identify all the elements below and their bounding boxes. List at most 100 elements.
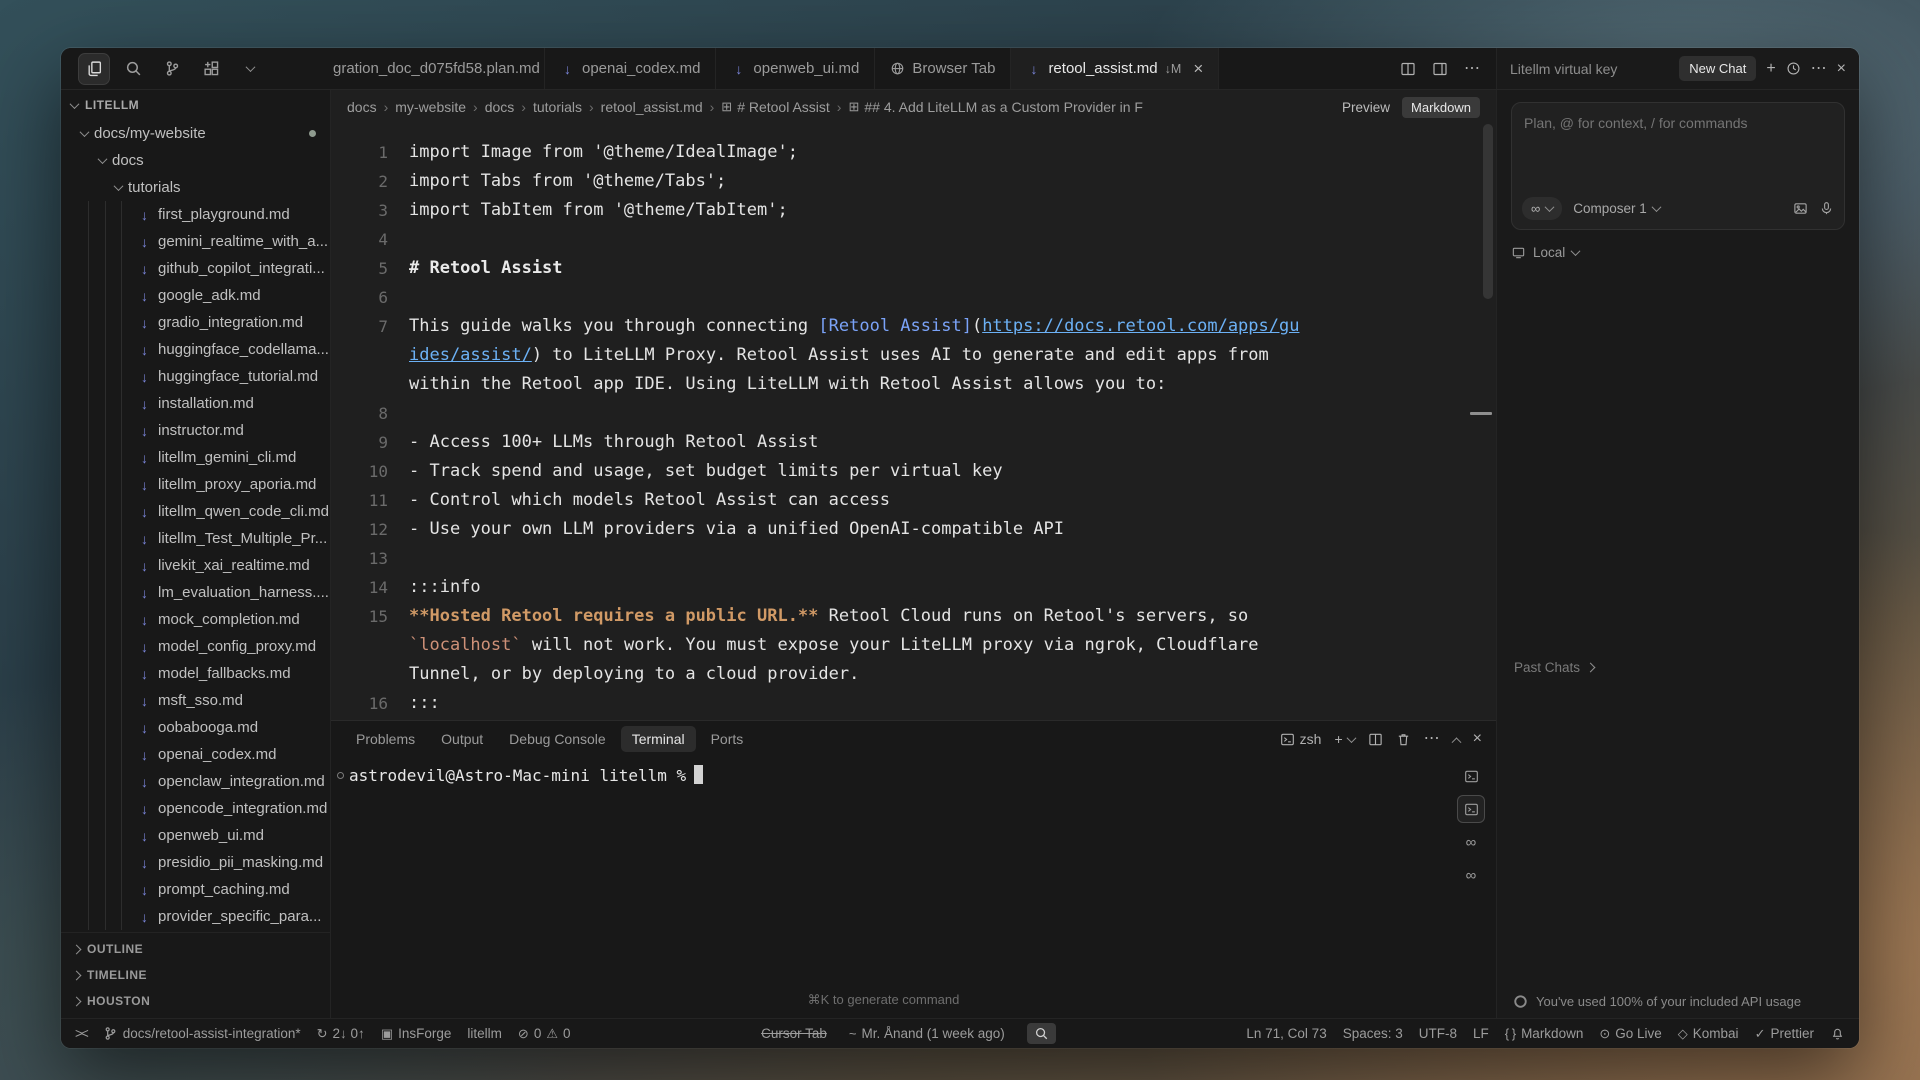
file-item[interactable]: ↓msft_sso.md — [61, 687, 330, 714]
remote-indicator[interactable]: >< — [75, 1026, 87, 1041]
file-item[interactable]: ↓openweb_ui.md — [61, 822, 330, 849]
cursor-tab-toggle[interactable]: Cursor Tab — [761, 1026, 827, 1041]
editor-scrollbar[interactable] — [1483, 124, 1493, 299]
search-chip[interactable] — [1027, 1023, 1056, 1044]
sidebar-section-timeline[interactable]: TIMELINE — [61, 962, 330, 988]
panel-tab-terminal[interactable]: Terminal — [621, 726, 696, 752]
customize-layout-icon[interactable] — [1432, 61, 1448, 77]
new-chat-button[interactable]: New Chat — [1679, 56, 1756, 81]
file-item[interactable]: ↓presidio_pii_masking.md — [61, 849, 330, 876]
file-item[interactable]: ↓lm_evaluation_harness.... — [61, 579, 330, 606]
terminal-session-terminal[interactable] — [1458, 763, 1484, 789]
explorer-copy-icon[interactable] — [79, 54, 109, 84]
file-item[interactable]: ↓opencode_integration.md — [61, 795, 330, 822]
indentation-item[interactable]: Spaces: 3 — [1343, 1026, 1403, 1041]
code-line[interactable]: 6 — [331, 283, 1496, 312]
code-line[interactable]: 15**Hosted Retool requires a public URL.… — [331, 602, 1496, 689]
sidebar-section-outline[interactable]: OUTLINE — [61, 936, 330, 962]
shell-selector[interactable]: zsh — [1280, 731, 1322, 747]
code-line[interactable]: 16::: — [331, 689, 1496, 718]
encoding-item[interactable]: UTF-8 — [1419, 1026, 1457, 1041]
agent-mode-selector[interactable]: ∞ — [1522, 197, 1562, 220]
add-chat-icon[interactable]: + — [1766, 61, 1775, 77]
file-item[interactable]: ↓instructor.md — [61, 417, 330, 444]
preview-button[interactable]: Preview — [1342, 100, 1390, 115]
git-branch-item[interactable]: docs/retool-assist-integration* — [103, 1026, 301, 1041]
code-line[interactable]: 2import Tabs from '@theme/Tabs'; — [331, 167, 1496, 196]
terminal-body[interactable]: astrodevil@Astro-Mac-mini litellm % ⌘K t… — [331, 757, 1496, 1018]
eol-item[interactable]: LF — [1473, 1026, 1489, 1041]
markdown-mode-chip[interactable]: Markdown — [1402, 97, 1480, 118]
file-item[interactable]: ↓huggingface_tutorial.md — [61, 363, 330, 390]
file-item[interactable]: ↓litellm_Test_Multiple_Pr... — [61, 525, 330, 552]
code-line[interactable]: 12- Use your own LLM providers via a uni… — [331, 515, 1496, 544]
breadcrumb-item[interactable]: my-website — [395, 99, 466, 115]
code-line[interactable]: 13 — [331, 544, 1496, 573]
code-line[interactable]: 8 — [331, 399, 1496, 428]
file-item[interactable]: ↓github_copilot_integrati... — [61, 255, 330, 282]
folder-item[interactable]: tutorials — [61, 174, 330, 201]
chevron-down-icon[interactable] — [235, 54, 265, 84]
file-item[interactable]: ↓huggingface_codellama... — [61, 336, 330, 363]
panel-tab-output[interactable]: Output — [430, 726, 494, 752]
terminal-session-infinity[interactable]: ∞ — [1458, 829, 1484, 855]
code-line[interactable]: 4 — [331, 225, 1496, 254]
split-editor-icon[interactable] — [1400, 61, 1416, 77]
go-live-item[interactable]: ⊙Go Live — [1599, 1026, 1661, 1042]
file-item[interactable]: ↓litellm_qwen_code_cli.md — [61, 498, 330, 525]
microphone-icon[interactable] — [1819, 201, 1834, 216]
code-line[interactable]: 1import Image from '@theme/IdealImage'; — [331, 138, 1496, 167]
prettier-item[interactable]: ✓Prettier — [1755, 1026, 1814, 1042]
breadcrumb-item[interactable]: ⊞## 4. Add LiteLLM as a Custom Provider … — [848, 99, 1143, 115]
notifications-item[interactable] — [1830, 1026, 1845, 1041]
search-icon[interactable] — [118, 54, 148, 84]
chat-close-icon[interactable]: × — [1837, 61, 1846, 77]
file-item[interactable]: ↓openclaw_integration.md — [61, 768, 330, 795]
file-item[interactable]: ↓litellm_proxy_aporia.md — [61, 471, 330, 498]
terminal-session-infinity[interactable]: ∞ — [1458, 862, 1484, 888]
panel-more-icon[interactable]: ⋯ — [1424, 731, 1440, 747]
file-item[interactable]: ↓openai_codex.md — [61, 741, 330, 768]
breadcrumb-item[interactable]: docs — [347, 99, 377, 115]
project-item[interactable]: litellm — [467, 1026, 502, 1041]
past-chats-section[interactable]: Past Chats — [1514, 660, 1594, 675]
editor-tab[interactable]: ↓retool_assist.md↓M× — [1011, 48, 1219, 89]
extensions-icon[interactable] — [196, 54, 226, 84]
code-line[interactable]: 7This guide walks you through connecting… — [331, 312, 1496, 399]
more-actions-icon[interactable]: ⋯ — [1464, 61, 1480, 77]
attach-image-icon[interactable] — [1793, 201, 1808, 216]
model-selector[interactable]: Composer 1 — [1573, 201, 1660, 216]
file-item[interactable]: ↓oobabooga.md — [61, 714, 330, 741]
workspace-header[interactable]: LITELLM — [61, 90, 330, 120]
editor-tab[interactable]: Browser Tab — [875, 48, 1011, 89]
insforge-item[interactable]: ▣InsForge — [381, 1026, 452, 1042]
line-col-item[interactable]: Ln 71, Col 73 — [1246, 1026, 1326, 1041]
git-sync-item[interactable]: ↻2↓ 0↑ — [317, 1026, 365, 1042]
kill-terminal-icon[interactable] — [1396, 732, 1411, 747]
editor-tab[interactable]: ↓openai_codex.md — [545, 48, 716, 89]
sidebar-section-houston[interactable]: HOUSTON — [61, 988, 330, 1014]
code-line[interactable]: 9- Access 100+ LLMs through Retool Assis… — [331, 428, 1496, 457]
tab-close-icon[interactable]: × — [1193, 60, 1203, 77]
code-line[interactable]: 10- Track spend and usage, set budget li… — [331, 457, 1496, 486]
file-item[interactable]: ↓provider_specific_para... — [61, 903, 330, 930]
file-item[interactable]: ↓prompt_caching.md — [61, 876, 330, 903]
code-line[interactable]: 11- Control which models Retool Assist c… — [331, 486, 1496, 515]
chat-input-box[interactable]: Plan, @ for context, / for commands ∞ Co… — [1511, 102, 1845, 230]
file-item[interactable]: ↓model_fallbacks.md — [61, 660, 330, 687]
file-item[interactable]: ↓installation.md — [61, 390, 330, 417]
breadcrumb-item[interactable]: ⊞# Retool Assist — [721, 99, 830, 115]
editor-tab[interactable]: ↓openweb_ui.md — [716, 48, 875, 89]
chat-more-icon[interactable]: ⋯ — [1811, 61, 1827, 77]
split-terminal-icon[interactable] — [1368, 732, 1383, 747]
breadcrumb-item[interactable]: retool_assist.md — [601, 99, 703, 115]
context-selector[interactable]: Local — [1511, 245, 1845, 260]
file-item[interactable]: ↓gradio_integration.md — [61, 309, 330, 336]
file-item[interactable]: ↓google_adk.md — [61, 282, 330, 309]
folder-item[interactable]: docs/my-website — [61, 120, 330, 147]
file-item[interactable]: ↓model_config_proxy.md — [61, 633, 330, 660]
new-terminal-button[interactable]: + — [1334, 731, 1354, 747]
editor-tab[interactable]: gration_doc_d075fd58.plan.md — [331, 48, 545, 89]
problems-item[interactable]: ⊘0 ⚠0 — [518, 1026, 571, 1042]
file-item[interactable]: ↓litellm_gemini_cli.md — [61, 444, 330, 471]
